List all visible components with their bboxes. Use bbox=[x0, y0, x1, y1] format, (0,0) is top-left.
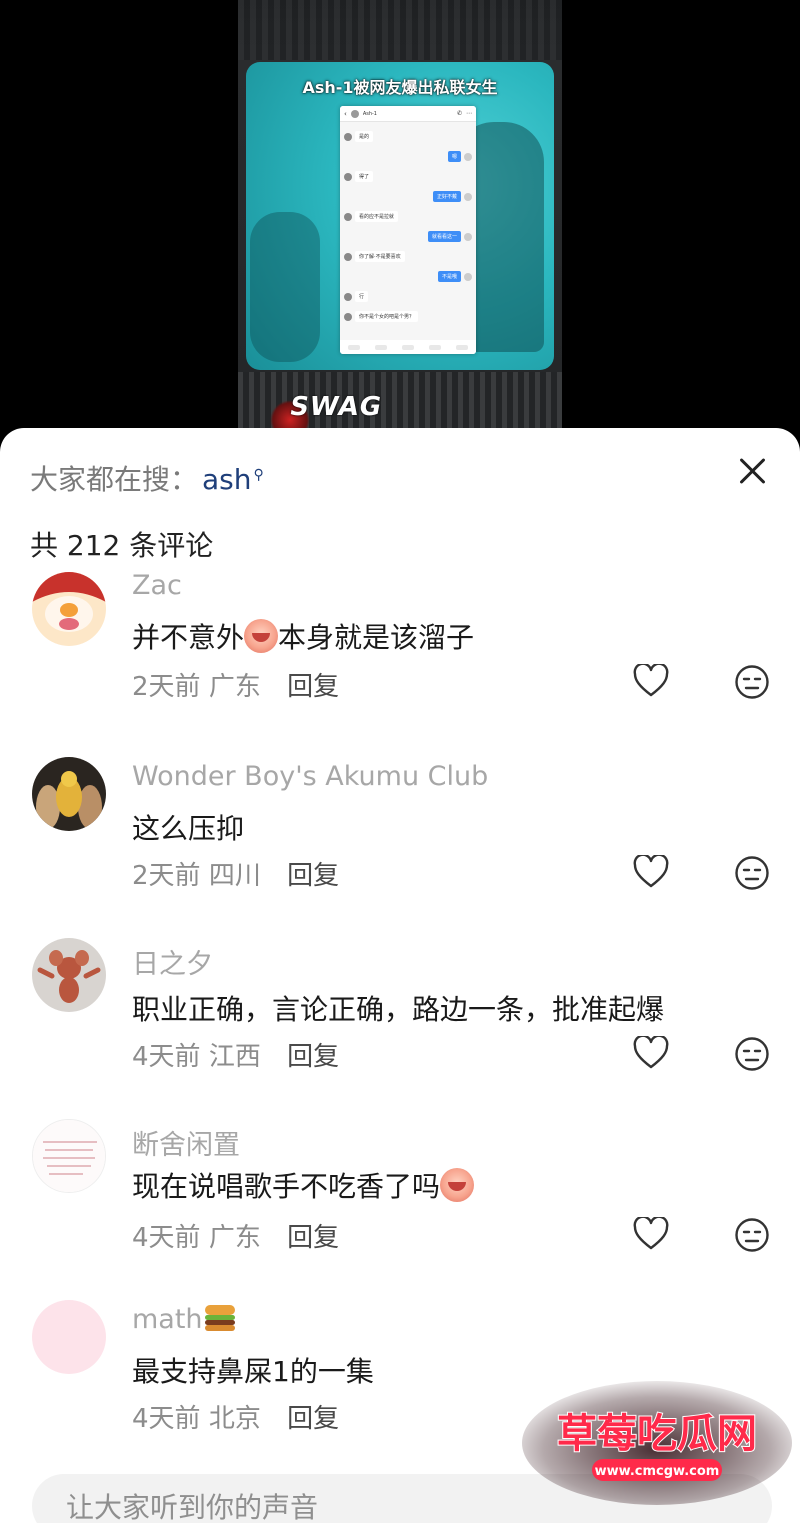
comment-list: Zac 并不意外 本身就是该溜子 2天前 广东 回复 Wonder Boy's … bbox=[0, 570, 800, 1481]
comment-meta: 2天前 广东 回复 bbox=[132, 666, 339, 703]
heart-icon[interactable] bbox=[633, 1217, 669, 1251]
background-shape bbox=[250, 212, 320, 362]
comment-location: 江西 bbox=[208, 1042, 261, 1072]
chat-message: 是的 bbox=[344, 131, 472, 142]
dislike-face-icon[interactable] bbox=[734, 664, 770, 700]
comment-time: 2天前 bbox=[132, 672, 201, 702]
chat-message: 嗯 bbox=[344, 151, 472, 162]
trending-search-label: 大家都在搜： bbox=[30, 463, 199, 496]
comment-text: 职业正确，言论正确，路边一条，批准起爆 bbox=[132, 993, 665, 1026]
reply-button[interactable]: 回复 bbox=[287, 1404, 339, 1434]
trending-search[interactable]: 大家都在搜： ash ⚲ bbox=[30, 458, 264, 498]
dislike-face-icon[interactable] bbox=[734, 855, 770, 891]
comment-time: 4天前 bbox=[132, 1042, 201, 1072]
chat-message: 就看看这一 bbox=[344, 231, 472, 242]
comment-time: 2天前 bbox=[132, 861, 201, 891]
video-frame: Ash-1被网友爆出私联女生 ‹ Ash-1 ✆ ⋯ 是的 嗯 得了 正好不戴 … bbox=[238, 0, 562, 440]
heart-icon[interactable] bbox=[633, 1036, 669, 1070]
avatar[interactable] bbox=[32, 757, 106, 831]
comment-item: Zac 并不意外 本身就是该溜子 2天前 广东 回复 bbox=[0, 570, 800, 757]
comment-text: 这么压抑 bbox=[132, 812, 245, 845]
comment-username[interactable]: 日之夕 bbox=[132, 942, 213, 981]
heart-icon[interactable] bbox=[633, 664, 669, 698]
comment-item: 日之夕 职业正确，言论正确，路边一条，批准起爆 4天前 江西 回复 bbox=[0, 938, 800, 1119]
chat-screenshot: ‹ Ash-1 ✆ ⋯ 是的 嗯 得了 正好不戴 看的应不是拉就 就看看这一 你… bbox=[340, 106, 476, 354]
avatar[interactable] bbox=[32, 572, 106, 646]
chat-message: 看的应不是拉就 bbox=[344, 211, 472, 222]
video-screen: Ash-1被网友爆出私联女生 ‹ Ash-1 ✆ ⋯ 是的 嗯 得了 正好不戴 … bbox=[246, 62, 554, 370]
video-player[interactable]: Ash-1被网友爆出私联女生 ‹ Ash-1 ✆ ⋯ 是的 嗯 得了 正好不戴 … bbox=[0, 0, 800, 440]
avatar[interactable] bbox=[32, 938, 106, 1012]
comment-time: 4天前 bbox=[132, 1404, 201, 1434]
chat-toolbar bbox=[340, 340, 476, 354]
crying-face-icon bbox=[244, 619, 279, 653]
phone-icon: ✆ bbox=[456, 110, 462, 117]
chat-message: 不是哦 bbox=[344, 271, 472, 282]
comment-meta: 4天前 北京 回复 bbox=[132, 1398, 339, 1435]
comment-text: 现在说唱歌手不吃香了吗 bbox=[132, 1165, 475, 1205]
video-logo: SWAG bbox=[287, 392, 385, 422]
close-button[interactable] bbox=[734, 452, 772, 490]
dislike-face-icon[interactable] bbox=[734, 1036, 770, 1072]
frame-decoration-top bbox=[238, 0, 562, 60]
comment-time: 4天前 bbox=[132, 1223, 201, 1253]
comment-location: 广东 bbox=[208, 672, 261, 702]
trending-search-term[interactable]: ash bbox=[202, 463, 252, 496]
comment-meta: 4天前 广东 回复 bbox=[132, 1217, 339, 1254]
comment-text: 最支持鼻屎1的一集 bbox=[132, 1355, 374, 1388]
comment-input[interactable]: 让大家听到你的声音 bbox=[32, 1474, 772, 1523]
avatar[interactable] bbox=[32, 1300, 106, 1374]
comment-location: 四川 bbox=[208, 861, 261, 891]
comment-input-placeholder: 让大家听到你的声音 bbox=[66, 1491, 319, 1523]
dislike-face-icon[interactable] bbox=[734, 1217, 770, 1253]
chat-contact-name: Ash-1 bbox=[362, 110, 377, 117]
comment-location: 广东 bbox=[208, 1223, 261, 1253]
chat-header: ‹ Ash-1 ✆ ⋯ bbox=[340, 106, 476, 122]
chat-message: 正好不戴 bbox=[344, 191, 472, 202]
comment-meta: 2天前 四川 回复 bbox=[132, 855, 339, 892]
back-icon: ‹ bbox=[344, 109, 347, 118]
chat-message: 你不是个女的吧是个男？ bbox=[344, 311, 472, 322]
chat-message: 行 bbox=[344, 291, 472, 302]
comment-username[interactable]: Wonder Boy's Akumu Club bbox=[132, 761, 488, 792]
search-icon: ⚲ bbox=[253, 467, 264, 483]
reply-button[interactable]: 回复 bbox=[287, 1223, 339, 1253]
video-title: Ash-1被网友爆出私联女生 bbox=[302, 78, 498, 97]
chat-avatar bbox=[350, 109, 359, 118]
reply-button[interactable]: 回复 bbox=[287, 861, 339, 891]
comment-item: 断舍闲置 现在说唱歌手不吃香了吗 4天前 广东 回复 bbox=[0, 1119, 800, 1300]
burger-icon bbox=[204, 1305, 235, 1331]
comment-sheet: 大家都在搜： ash ⚲ 共 212 条评论 Zac 并不意外 本身就是该溜子 2… bbox=[0, 428, 800, 1523]
comment-location: 北京 bbox=[208, 1404, 261, 1434]
more-icon: ⋯ bbox=[466, 110, 472, 117]
comment-meta: 4天前 江西 回复 bbox=[132, 1036, 339, 1073]
heart-icon[interactable] bbox=[633, 855, 669, 889]
chat-message: 得了 bbox=[344, 171, 472, 182]
reply-button[interactable]: 回复 bbox=[287, 1042, 339, 1072]
comment-username[interactable]: Zac bbox=[132, 570, 182, 601]
comment-item: math 最支持鼻屎1的一集 4天前 北京 回复 bbox=[0, 1300, 800, 1481]
comment-count: 共 212 条评论 bbox=[30, 529, 214, 562]
crying-face-icon bbox=[440, 1168, 475, 1202]
avatar[interactable] bbox=[32, 1119, 106, 1193]
comment-text: 并不意外 本身就是该溜子 bbox=[132, 619, 475, 654]
comment-username[interactable]: 断舍闲置 bbox=[132, 1123, 240, 1162]
chat-message: 你了解·不是要喜欢 bbox=[344, 251, 472, 262]
comment-username[interactable]: math bbox=[132, 1304, 235, 1335]
comment-item: Wonder Boy's Akumu Club 这么压抑 2天前 四川 回复 bbox=[0, 757, 800, 938]
reply-button[interactable]: 回复 bbox=[287, 672, 339, 702]
